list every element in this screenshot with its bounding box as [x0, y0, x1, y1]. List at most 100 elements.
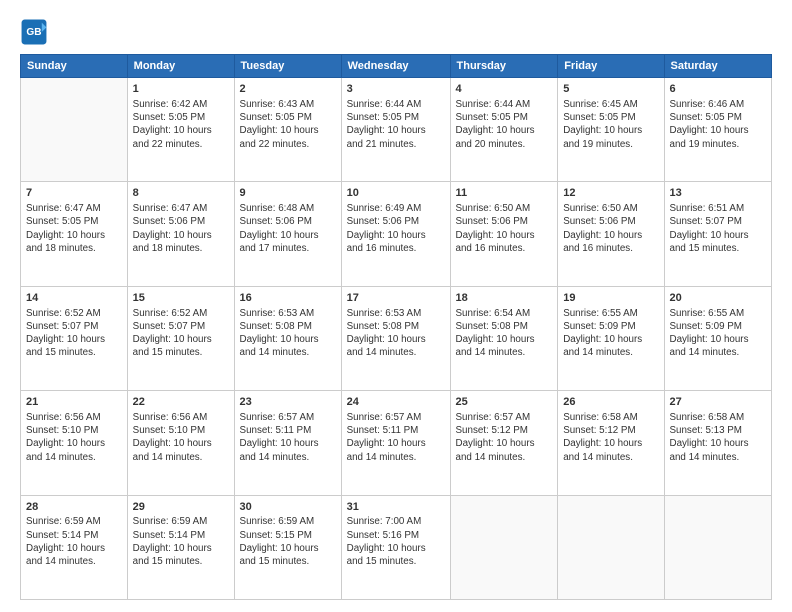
day-number: 20: [670, 291, 767, 306]
day-number: 12: [563, 186, 658, 201]
day-number: 15: [133, 291, 229, 306]
header-day-thursday: Thursday: [450, 55, 558, 78]
day-number: 11: [456, 186, 553, 201]
day-info: Sunrise: 6:44 AM Sunset: 5:05 PM Dayligh…: [456, 98, 553, 151]
day-number: 27: [670, 395, 767, 410]
day-cell: 29Sunrise: 6:59 AM Sunset: 5:14 PM Dayli…: [127, 495, 234, 599]
day-cell: 11Sunrise: 6:50 AM Sunset: 5:06 PM Dayli…: [450, 182, 558, 286]
day-number: 25: [456, 395, 553, 410]
day-info: Sunrise: 6:56 AM Sunset: 5:10 PM Dayligh…: [26, 411, 122, 464]
header: GB: [20, 18, 772, 46]
day-cell: [21, 78, 128, 182]
week-row-4: 28 Sunrise: 6:59 AM Sunset: 5:14 PM Dayli…: [21, 495, 772, 599]
day-info: Sunrise: 6:59 AM Sunset: 5:14 PM Dayligh…: [133, 515, 229, 568]
day-info: Sunrise: 6:56 AM Sunset: 5:10 PM Dayligh…: [133, 411, 229, 464]
header-day-sunday: Sunday: [21, 55, 128, 78]
page: GB SundayMondayTuesdayWednesdayThursdayF…: [0, 0, 792, 612]
day-cell: 26Sunrise: 6:58 AM Sunset: 5:12 PM Dayli…: [558, 391, 664, 495]
day-number: 5: [563, 82, 658, 97]
day-cell: 18Sunrise: 6:54 AM Sunset: 5:08 PM Dayli…: [450, 286, 558, 390]
day-info: Sunrise: 6:42 AM Sunset: 5:05 PM Dayligh…: [133, 98, 229, 151]
day-cell: 9Sunrise: 6:48 AM Sunset: 5:06 PM Daylig…: [234, 182, 341, 286]
day-cell: 12Sunrise: 6:50 AM Sunset: 5:06 PM Dayli…: [558, 182, 664, 286]
header-day-friday: Friday: [558, 55, 664, 78]
day-cell: 2Sunrise: 6:43 AM Sunset: 5:05 PM Daylig…: [234, 78, 341, 182]
day-info: Sunrise: 6:53 AM Sunset: 5:08 PM Dayligh…: [347, 307, 445, 360]
day-info: Sunrise: 6:49 AM Sunset: 5:06 PM Dayligh…: [347, 202, 445, 255]
day-cell: 1Sunrise: 6:42 AM Sunset: 5:05 PM Daylig…: [127, 78, 234, 182]
day-cell: 14Sunrise: 6:52 AM Sunset: 5:07 PM Dayli…: [21, 286, 128, 390]
day-cell: 17Sunrise: 6:53 AM Sunset: 5:08 PM Dayli…: [341, 286, 450, 390]
day-cell: 10Sunrise: 6:49 AM Sunset: 5:06 PM Dayli…: [341, 182, 450, 286]
day-cell: 5Sunrise: 6:45 AM Sunset: 5:05 PM Daylig…: [558, 78, 664, 182]
day-cell: 7Sunrise: 6:47 AM Sunset: 5:05 PM Daylig…: [21, 182, 128, 286]
day-number: 22: [133, 395, 229, 410]
day-cell: 4Sunrise: 6:44 AM Sunset: 5:05 PM Daylig…: [450, 78, 558, 182]
day-number: 21: [26, 395, 122, 410]
day-number: 29: [133, 500, 229, 515]
day-info: Sunrise: 6:55 AM Sunset: 5:09 PM Dayligh…: [563, 307, 658, 360]
day-cell: 28Sunrise: 6:59 AM Sunset: 5:14 PM Dayli…: [21, 495, 128, 599]
day-cell: 15Sunrise: 6:52 AM Sunset: 5:07 PM Dayli…: [127, 286, 234, 390]
day-cell: 30Sunrise: 6:59 AM Sunset: 5:15 PM Dayli…: [234, 495, 341, 599]
day-cell: 13Sunrise: 6:51 AM Sunset: 5:07 PM Dayli…: [664, 182, 772, 286]
day-info: Sunrise: 6:44 AM Sunset: 5:05 PM Dayligh…: [347, 98, 445, 151]
day-info: Sunrise: 6:50 AM Sunset: 5:06 PM Dayligh…: [456, 202, 553, 255]
day-number: 23: [240, 395, 336, 410]
day-info: Sunrise: 6:46 AM Sunset: 5:05 PM Dayligh…: [670, 98, 767, 151]
day-cell: 24Sunrise: 6:57 AM Sunset: 5:11 PM Dayli…: [341, 391, 450, 495]
day-number: 26: [563, 395, 658, 410]
day-number: 10: [347, 186, 445, 201]
day-cell: 19Sunrise: 6:55 AM Sunset: 5:09 PM Dayli…: [558, 286, 664, 390]
svg-text:GB: GB: [26, 27, 41, 38]
day-info: Sunrise: 6:57 AM Sunset: 5:11 PM Dayligh…: [347, 411, 445, 464]
week-row-0: 1Sunrise: 6:42 AM Sunset: 5:05 PM Daylig…: [21, 78, 772, 182]
day-info: Sunrise: 6:59 AM Sunset: 5:15 PM Dayligh…: [240, 515, 336, 568]
day-info: Sunrise: 6:51 AM Sunset: 5:07 PM Dayligh…: [670, 202, 767, 255]
day-number: 28: [26, 500, 122, 515]
day-info: Sunrise: 6:47 AM Sunset: 5:05 PM Dayligh…: [26, 202, 122, 255]
header-row: SundayMondayTuesdayWednesdayThursdayFrid…: [21, 55, 772, 78]
day-cell: 8Sunrise: 6:47 AM Sunset: 5:06 PM Daylig…: [127, 182, 234, 286]
day-number: 14: [26, 291, 122, 306]
day-info: Sunrise: 6:57 AM Sunset: 5:11 PM Dayligh…: [240, 411, 336, 464]
calendar: SundayMondayTuesdayWednesdayThursdayFrid…: [20, 54, 772, 600]
day-number: 18: [456, 291, 553, 306]
day-number: 24: [347, 395, 445, 410]
day-number: 31: [347, 500, 445, 515]
day-info: Sunrise: 6:43 AM Sunset: 5:05 PM Dayligh…: [240, 98, 336, 151]
day-cell: 25Sunrise: 6:57 AM Sunset: 5:12 PM Dayli…: [450, 391, 558, 495]
day-cell: 31Sunrise: 7:00 AM Sunset: 5:16 PM Dayli…: [341, 495, 450, 599]
week-row-2: 14 Sunrise: 6:52 AM Sunset: 5:07 PM Dayli…: [21, 286, 772, 390]
day-cell: 20Sunrise: 6:55 AM Sunset: 5:09 PM Dayli…: [664, 286, 772, 390]
day-number: 7: [26, 186, 122, 201]
week-row-3: 21Sunrise: 6:56 AM Sunset: 5:10 PM Dayli…: [21, 391, 772, 495]
day-number: 30: [240, 500, 336, 515]
header-day-saturday: Saturday: [664, 55, 772, 78]
day-number: 19: [563, 291, 658, 306]
header-day-tuesday: Tuesday: [234, 55, 341, 78]
day-info: Sunrise: 6:58 AM Sunset: 5:13 PM Dayligh…: [670, 411, 767, 464]
logo-icon: GB: [20, 18, 48, 46]
day-cell: 3Sunrise: 6:44 AM Sunset: 5:05 PM Daylig…: [341, 78, 450, 182]
day-number: 3: [347, 82, 445, 97]
day-info: Sunrise: 6:48 AM Sunset: 5:06 PM Dayligh…: [240, 202, 336, 255]
day-info: Sunrise: 6:58 AM Sunset: 5:12 PM Dayligh…: [563, 411, 658, 464]
day-cell: [664, 495, 772, 599]
day-cell: 21Sunrise: 6:56 AM Sunset: 5:10 PM Dayli…: [21, 391, 128, 495]
day-info: Sunrise: 6:55 AM Sunset: 5:09 PM Dayligh…: [670, 307, 767, 360]
day-number: 13: [670, 186, 767, 201]
logo: GB: [20, 18, 52, 46]
day-info: Sunrise: 6:50 AM Sunset: 5:06 PM Dayligh…: [563, 202, 658, 255]
day-number: 2: [240, 82, 336, 97]
day-number: 6: [670, 82, 767, 97]
day-info: Sunrise: 6:53 AM Sunset: 5:08 PM Dayligh…: [240, 307, 336, 360]
day-number: 8: [133, 186, 229, 201]
day-info: Sunrise: 6:52 AM Sunset: 5:07 PM Dayligh…: [133, 307, 229, 360]
day-number: 9: [240, 186, 336, 201]
day-number: 17: [347, 291, 445, 306]
day-info: Sunrise: 6:47 AM Sunset: 5:06 PM Dayligh…: [133, 202, 229, 255]
day-number: 16: [240, 291, 336, 306]
day-cell: [558, 495, 664, 599]
header-day-wednesday: Wednesday: [341, 55, 450, 78]
